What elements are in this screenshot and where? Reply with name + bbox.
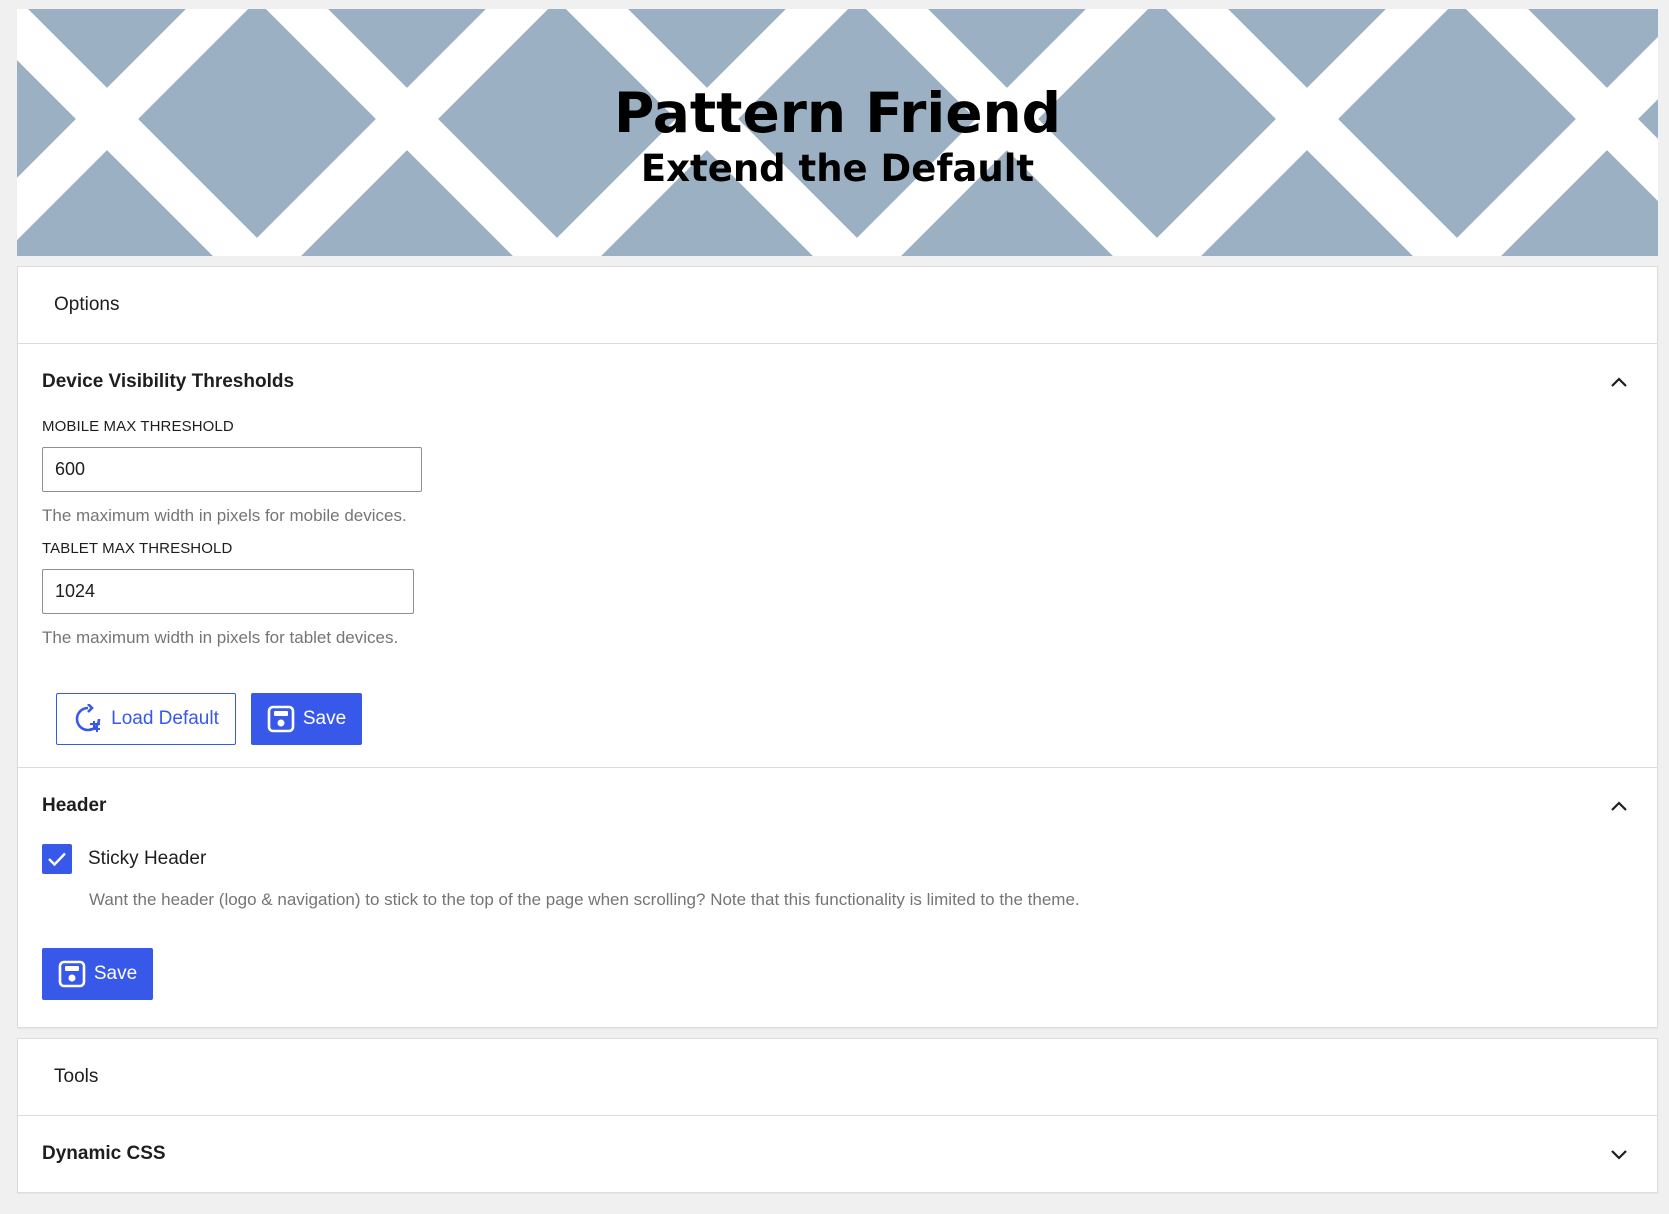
sticky-header-row: Sticky Header bbox=[42, 844, 1657, 874]
tablet-threshold-input[interactable] bbox=[42, 569, 414, 614]
chevron-up-icon bbox=[1607, 370, 1631, 394]
page-wrapper: Pattern Friend Extend the Default Option… bbox=[17, 9, 1658, 1193]
tablet-threshold-help: The maximum width in pixels for tablet d… bbox=[42, 628, 399, 647]
floppy-disk-icon bbox=[58, 960, 86, 988]
device-visibility-toggle[interactable]: Device Visibility Thresholds bbox=[18, 344, 1657, 420]
save-header-label: Save bbox=[93, 963, 138, 984]
tools-title: Tools bbox=[54, 1066, 99, 1087]
header-section: Header Sticky Header Want the header (lo… bbox=[18, 768, 1657, 1027]
sticky-header-help: Want the header (logo & navigation) to s… bbox=[89, 890, 1080, 909]
dynamic-css-section: Dynamic CSS bbox=[18, 1116, 1657, 1192]
options-title: Options bbox=[54, 294, 120, 315]
checkmark-icon bbox=[48, 852, 66, 867]
save-header-button[interactable]: Save bbox=[42, 948, 153, 1000]
chevron-down-icon bbox=[1607, 1142, 1631, 1166]
header-section-toggle[interactable]: Header bbox=[18, 768, 1657, 844]
mobile-threshold-help: The maximum width in pixels for mobile d… bbox=[42, 506, 407, 525]
header-section-title: Header bbox=[42, 795, 107, 816]
threshold-actions: Load Default Save bbox=[56, 693, 362, 745]
save-thresholds-button[interactable]: Save bbox=[251, 693, 362, 745]
sticky-header-label: Sticky Header bbox=[88, 848, 207, 869]
dynamic-css-title: Dynamic CSS bbox=[42, 1143, 166, 1164]
tools-panel: Tools Dynamic CSS bbox=[17, 1038, 1658, 1193]
banner-subtitle: Extend the Default bbox=[640, 147, 1035, 190]
banner-title: Pattern Friend bbox=[613, 81, 1062, 145]
load-default-button[interactable]: Load Default bbox=[56, 693, 236, 745]
sticky-header-checkbox[interactable] bbox=[42, 844, 72, 874]
options-panel-header: Options bbox=[18, 267, 1657, 344]
header-actions: Save bbox=[42, 948, 153, 1000]
load-default-label: Load Default bbox=[111, 708, 219, 729]
plugin-banner: Pattern Friend Extend the Default bbox=[17, 9, 1658, 256]
tablet-threshold-label: TABLET MAX THRESHOLD bbox=[42, 540, 233, 557]
save-thresholds-label: Save bbox=[302, 708, 347, 729]
options-panel: Options Device Visibility Thresholds MOB… bbox=[17, 266, 1658, 1028]
mobile-threshold-label: MOBILE MAX THRESHOLD bbox=[42, 418, 234, 435]
chevron-up-icon bbox=[1607, 794, 1631, 818]
device-visibility-section: Device Visibility Thresholds MOBILE MAX … bbox=[18, 344, 1657, 768]
restore-icon bbox=[75, 704, 101, 732]
dynamic-css-toggle[interactable]: Dynamic CSS bbox=[18, 1116, 1657, 1192]
tools-panel-header: Tools bbox=[18, 1039, 1657, 1116]
floppy-disk-icon bbox=[267, 705, 295, 733]
mobile-threshold-input[interactable] bbox=[42, 447, 422, 492]
device-visibility-title: Device Visibility Thresholds bbox=[42, 371, 295, 392]
